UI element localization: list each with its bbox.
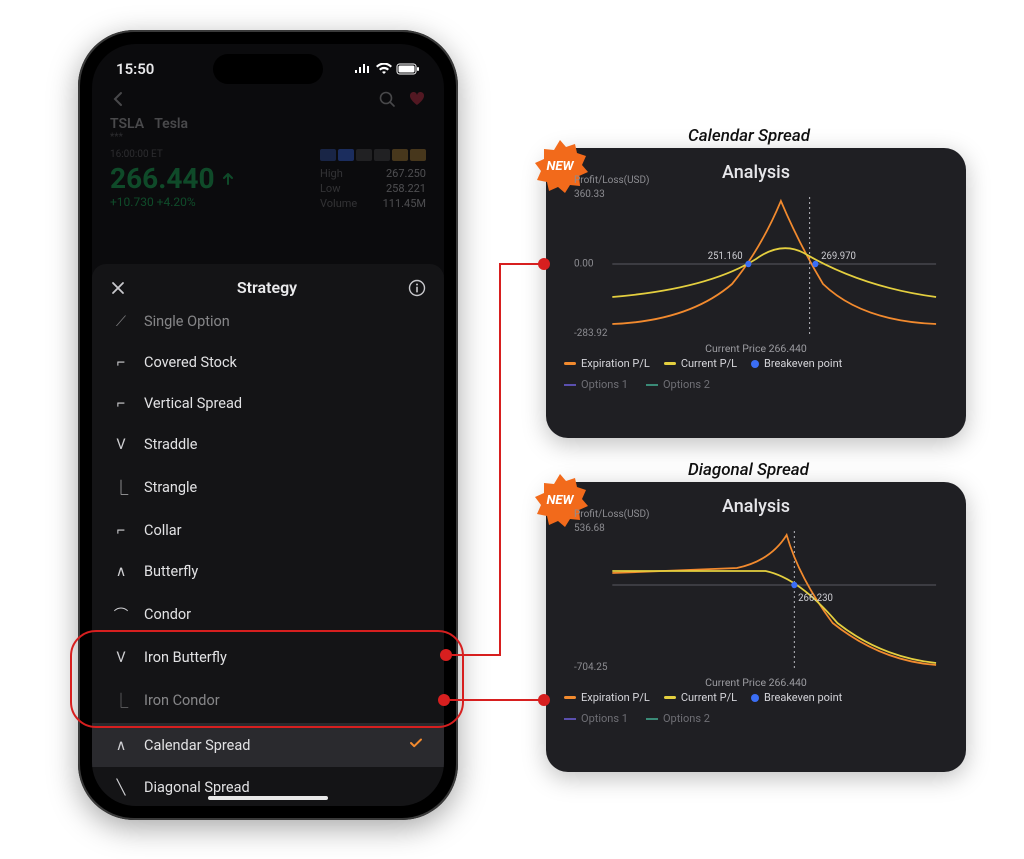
strategy-glyph-icon: ⌐ <box>112 395 130 412</box>
masked: *** <box>110 132 123 143</box>
strategy-glyph-icon: ⌐ <box>112 522 130 539</box>
strategy-item-covered-stock[interactable]: ⌐ Covered Stock <box>92 342 444 383</box>
strategy-label: Iron Condor <box>144 692 220 709</box>
legend-primary: Expiration P/L Current P/L Breakeven poi… <box>564 357 948 370</box>
strategy-label: Vertical Spread <box>144 395 242 412</box>
strategy-item-strangle[interactable]: ⎿ Strangle <box>92 465 444 510</box>
notch <box>213 54 323 84</box>
strategy-glyph-icon: ⌒ <box>112 604 130 625</box>
card-title-calendar: Calendar Spread <box>688 126 810 146</box>
strategy-label: Straddle <box>144 436 197 453</box>
strategy-glyph-icon: ⎿ <box>112 477 130 498</box>
strategy-glyph-icon: ∧ <box>112 563 130 580</box>
status-time: 15:50 <box>116 60 154 78</box>
ohlc-stats: High267.250 Low258.221 Volume111.45M <box>320 167 426 210</box>
strategy-glyph-icon: ⌐ <box>112 354 130 371</box>
strategy-item-butterfly[interactable]: ∧ Butterfly <box>92 551 444 592</box>
svg-text:NEW: NEW <box>546 159 574 174</box>
card-title-diagonal: Diagonal Spread <box>688 460 809 480</box>
back-icon[interactable] <box>110 91 126 107</box>
heart-icon[interactable] <box>408 90 426 108</box>
legend-secondary: Options 1 Options 2 <box>564 378 948 391</box>
strategy-item-calendar-spread[interactable]: ∧ Calendar Spread <box>92 723 444 767</box>
last-price: 266.440 <box>110 162 235 195</box>
strategy-item-vertical-spread[interactable]: ⌐ Vertical Spread <box>92 383 444 424</box>
svg-text:266.230: 266.230 <box>798 593 833 604</box>
strategy-item-diagonal-spread[interactable]: ╲ Diagonal Spread <box>92 767 444 806</box>
pl-chart-calendar: Profit/Loss(USD) 360.33 0.00 -283.92 Cur… <box>574 189 938 339</box>
phone-frame: 15:50 TSLA <box>78 30 458 820</box>
svg-text:269.970: 269.970 <box>821 251 856 262</box>
svg-text:NEW: NEW <box>546 493 574 508</box>
info-icon[interactable] <box>408 279 426 297</box>
strategy-item-collar[interactable]: ⌐ Collar <box>92 510 444 551</box>
strategy-label: Collar <box>144 522 182 539</box>
strategy-item-condor[interactable]: ⌒ Condor <box>92 592 444 637</box>
legend-secondary: Options 1 Options 2 <box>564 712 948 725</box>
pl-chart-diagonal: Profit/Loss(USD) 536.68 -704.25 Current … <box>574 523 938 673</box>
svg-text:251.160: 251.160 <box>708 251 743 262</box>
strategy-glyph-icon: V <box>112 436 130 453</box>
symbol: TSLA <box>110 116 144 132</box>
strategy-label: Butterfly <box>144 563 198 580</box>
price-change: +10.730 +4.20% <box>110 195 235 209</box>
close-icon[interactable] <box>110 280 126 296</box>
strategy-glyph-icon: V <box>112 649 130 666</box>
quote-timestamp: 16:00:00 ET <box>110 149 235 160</box>
strategy-item-straddle[interactable]: V Straddle <box>92 424 444 465</box>
strategy-label: Covered Stock <box>144 354 237 371</box>
strategy-item-single-option[interactable]: ⟋ Single Option <box>92 311 444 342</box>
quote-panel: TSLA Tesla *** 16:00:00 ET 266.440 +10.7… <box>92 114 444 210</box>
strategy-label: Iron Butterfly <box>144 649 227 666</box>
phone-screen: 15:50 TSLA <box>92 44 444 806</box>
legend-primary: Expiration P/L Current P/L Breakeven poi… <box>564 691 948 704</box>
home-indicator <box>208 796 328 800</box>
strategy-glyph-icon: ⎿ <box>112 690 130 711</box>
status-icons <box>354 63 420 75</box>
strategy-glyph-icon: ⟋ <box>112 313 130 330</box>
market-badges <box>320 149 426 161</box>
strategy-label: Calendar Spread <box>144 737 250 754</box>
strategy-item-iron-butterfly[interactable]: V Iron Butterfly <box>92 637 444 678</box>
strategy-glyph-icon: ∧ <box>112 737 130 754</box>
sheet-title: Strategy <box>126 278 408 297</box>
analysis-card-diagonal: NEW Analysis Profit/Loss(USD) 536.68 -70… <box>546 482 966 772</box>
analysis-card-calendar: NEW Analysis Profit/Loss(USD) 360.33 0.0… <box>546 148 966 438</box>
strategy-label: Single Option <box>144 313 230 330</box>
strategy-label: Diagonal Spread <box>144 779 250 796</box>
strategy-label: Condor <box>144 606 191 623</box>
company-name: Tesla <box>154 116 188 132</box>
strategy-label: Strangle <box>144 479 197 496</box>
strategy-glyph-icon: ╲ <box>112 779 130 796</box>
search-icon[interactable] <box>378 90 396 108</box>
top-nav <box>92 84 444 114</box>
strategy-list[interactable]: ⟋ Single Option ⌐ Covered Stock ⌐ Vertic… <box>92 311 444 806</box>
check-icon <box>408 735 424 755</box>
strategy-sheet: Strategy ⟋ Single Option ⌐ Covered Stock… <box>92 264 444 806</box>
strategy-item-iron-condor[interactable]: ⎿ Iron Condor <box>92 678 444 723</box>
